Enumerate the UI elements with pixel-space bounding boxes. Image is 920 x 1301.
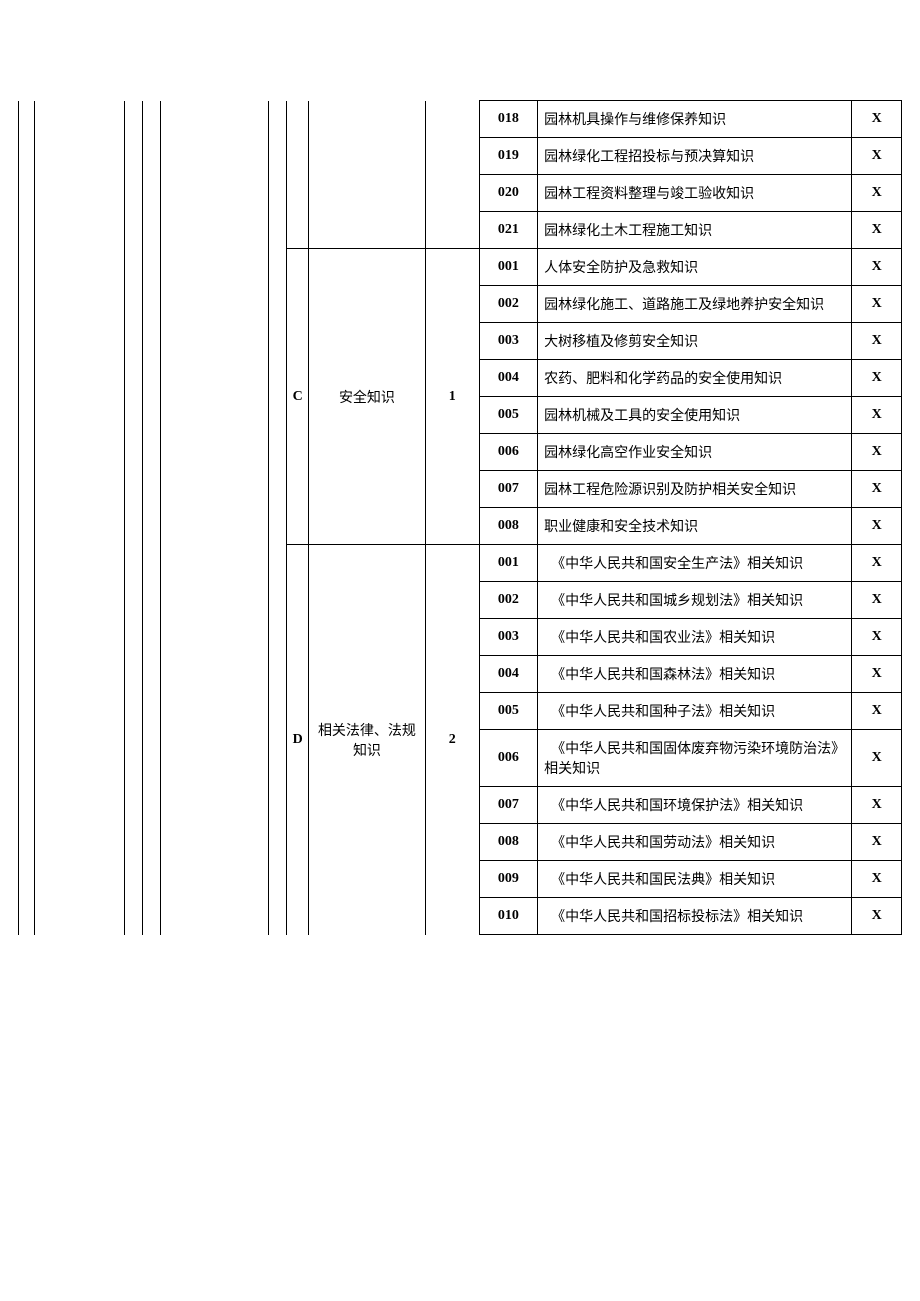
item-description: 园林绿化土木工程施工知识: [538, 212, 852, 249]
item-mark: X: [852, 360, 902, 397]
item-mark: X: [852, 693, 902, 730]
item-mark: X: [852, 898, 902, 935]
table-row: 018园林机具操作与维修保养知识X: [19, 101, 902, 138]
item-code: 005: [479, 397, 537, 434]
group-letter: C: [286, 249, 308, 545]
leading-cell: [19, 101, 35, 935]
item-code: 005: [479, 693, 537, 730]
item-code: 004: [479, 360, 537, 397]
item-description: 《中华人民共和国固体废弃物污染环境防治法》相关知识: [538, 730, 852, 787]
item-code: 003: [479, 619, 537, 656]
group-number: [425, 101, 479, 249]
item-mark: X: [852, 175, 902, 212]
item-description: 《中华人民共和国招标投标法》相关知识: [538, 898, 852, 935]
item-description: 职业健康和安全技术知识: [538, 508, 852, 545]
item-mark: X: [852, 286, 902, 323]
group-name: 相关法律、法规知识: [309, 545, 426, 935]
item-description: 大树移植及修剪安全知识: [538, 323, 852, 360]
item-code: 001: [479, 249, 537, 286]
leading-cell: [35, 101, 125, 935]
item-mark: X: [852, 730, 902, 787]
item-description: 《中华人民共和国森林法》相关知识: [538, 656, 852, 693]
item-code: 002: [479, 582, 537, 619]
group-name: [309, 101, 426, 249]
group-number: 2: [425, 545, 479, 935]
item-code: 008: [479, 824, 537, 861]
leading-cell: [160, 101, 268, 935]
item-mark: X: [852, 323, 902, 360]
item-mark: X: [852, 508, 902, 545]
item-description: 人体安全防护及急救知识: [538, 249, 852, 286]
item-description: 《中华人民共和国农业法》相关知识: [538, 619, 852, 656]
leading-cell: [268, 101, 286, 935]
item-mark: X: [852, 545, 902, 582]
item-code: 007: [479, 471, 537, 508]
item-mark: X: [852, 656, 902, 693]
item-description: 《中华人民共和国劳动法》相关知识: [538, 824, 852, 861]
item-code: 009: [479, 861, 537, 898]
item-description: 园林绿化高空作业安全知识: [538, 434, 852, 471]
data-table: 018园林机具操作与维修保养知识X019园林绿化工程招投标与预决算知识X020园…: [18, 100, 902, 935]
item-code: 010: [479, 898, 537, 935]
item-code: 004: [479, 656, 537, 693]
item-mark: X: [852, 582, 902, 619]
item-description: 园林机具操作与维修保养知识: [538, 101, 852, 138]
leading-cell: [142, 101, 160, 935]
item-description: 园林绿化施工、道路施工及绿地养护安全知识: [538, 286, 852, 323]
item-mark: X: [852, 212, 902, 249]
item-description: 园林工程资料整理与竣工验收知识: [538, 175, 852, 212]
item-code: 003: [479, 323, 537, 360]
item-description: 《中华人民共和国民法典》相关知识: [538, 861, 852, 898]
item-description: 《中华人民共和国安全生产法》相关知识: [538, 545, 852, 582]
item-mark: X: [852, 249, 902, 286]
item-mark: X: [852, 861, 902, 898]
group-letter: D: [286, 545, 308, 935]
item-description: 园林绿化工程招投标与预决算知识: [538, 138, 852, 175]
item-mark: X: [852, 619, 902, 656]
item-code: 019: [479, 138, 537, 175]
item-code: 008: [479, 508, 537, 545]
item-description: 《中华人民共和国种子法》相关知识: [538, 693, 852, 730]
item-mark: X: [852, 101, 902, 138]
item-code: 018: [479, 101, 537, 138]
item-description: 《中华人民共和国环境保护法》相关知识: [538, 787, 852, 824]
item-description: 园林机械及工具的安全使用知识: [538, 397, 852, 434]
item-mark: X: [852, 138, 902, 175]
item-code: 007: [479, 787, 537, 824]
item-mark: X: [852, 471, 902, 508]
item-code: 021: [479, 212, 537, 249]
item-description: 《中华人民共和国城乡规划法》相关知识: [538, 582, 852, 619]
group-letter: [286, 101, 308, 249]
item-code: 006: [479, 730, 537, 787]
leading-cell: [124, 101, 142, 935]
group-name: 安全知识: [309, 249, 426, 545]
item-description: 农药、肥料和化学药品的安全使用知识: [538, 360, 852, 397]
item-code: 006: [479, 434, 537, 471]
item-description: 园林工程危险源识别及防护相关安全知识: [538, 471, 852, 508]
item-mark: X: [852, 824, 902, 861]
item-code: 001: [479, 545, 537, 582]
item-mark: X: [852, 434, 902, 471]
item-mark: X: [852, 397, 902, 434]
item-mark: X: [852, 787, 902, 824]
item-code: 020: [479, 175, 537, 212]
item-code: 002: [479, 286, 537, 323]
group-number: 1: [425, 249, 479, 545]
